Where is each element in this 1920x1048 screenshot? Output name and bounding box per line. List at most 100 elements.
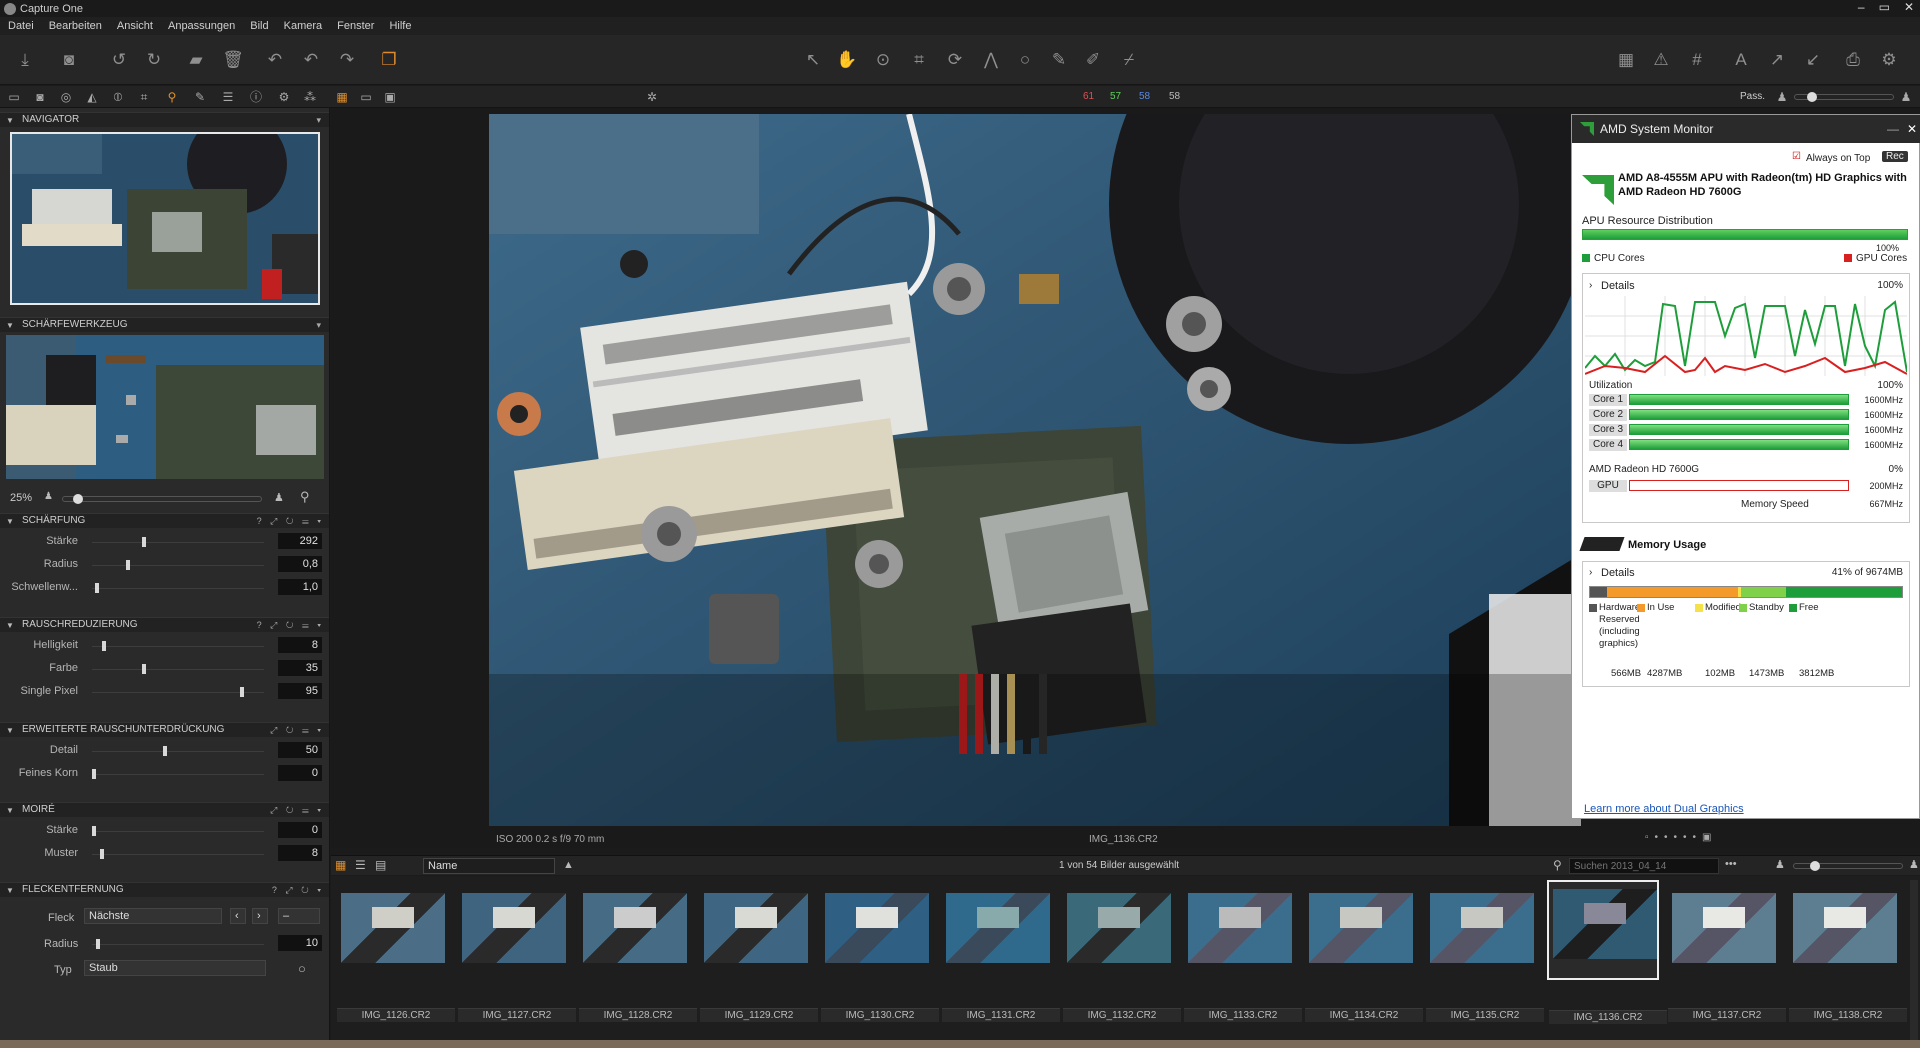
viewer-dots-icon[interactable]: ▫•••••▣ <box>1645 832 1718 843</box>
grid-view-icon[interactable]: ▦ <box>1615 49 1637 71</box>
output-tab-icon[interactable]: ⚙ <box>276 89 292 105</box>
details-tab-icon[interactable]: ⚲ <box>164 89 180 105</box>
close-icon[interactable]: ✕ <box>1904 0 1914 14</box>
grid-overlay-icon[interactable]: # <box>1686 49 1708 71</box>
thumbnail[interactable]: IMG_1132.CR2 <box>1063 886 1181 1022</box>
focus-loupe-icon[interactable]: ⚲ <box>300 489 310 505</box>
export-arrow-icon[interactable]: ↗ <box>1766 49 1788 71</box>
browser-grid-icon[interactable]: ▦ <box>334 89 350 105</box>
thumbnail[interactable]: IMG_1130.CR2 <box>821 886 939 1022</box>
menu-datei[interactable]: Datei <box>8 20 34 32</box>
white-balance-picker-icon[interactable]: ⌿ <box>1118 49 1140 71</box>
thumbnail-view-icon[interactable]: ▦ <box>335 858 346 872</box>
collapse-triangle-icon[interactable]: ▼ <box>6 114 14 128</box>
maximize-icon[interactable]: ▭ <box>1879 0 1890 14</box>
sort-select[interactable]: Name <box>423 858 555 874</box>
collapse-triangle-icon[interactable]: ▼ <box>6 619 14 633</box>
exposure-warning-icon[interactable]: ⚠ <box>1650 49 1672 71</box>
menu-bild[interactable]: Bild <box>250 20 268 32</box>
collapse-triangle-icon[interactable]: ▼ <box>6 515 14 529</box>
slider-value-field[interactable]: 95 <box>278 683 322 699</box>
settings-gear-icon[interactable]: ⚙ <box>1878 49 1900 71</box>
list-view-icon[interactable]: ☰ <box>355 858 366 872</box>
focus-zoom-slider[interactable] <box>62 494 262 504</box>
slider-track[interactable] <box>92 565 264 566</box>
menu-anpassungen[interactable]: Anpassungen <box>168 20 235 32</box>
menu-fenster[interactable]: Fenster <box>337 20 374 32</box>
prev-spot-button[interactable]: ‹ <box>230 908 246 924</box>
import-arrow-icon[interactable]: ↙ <box>1802 49 1824 71</box>
zoom-tool-icon[interactable]: ⊙ <box>872 49 894 71</box>
adjustments-tab-icon[interactable]: ☰ <box>220 89 236 105</box>
amd-minimize-icon[interactable]: — <box>1887 115 1899 143</box>
minimize-icon[interactable]: – <box>1858 0 1865 14</box>
thumbnail[interactable]: IMG_1127.CR2 <box>458 886 576 1022</box>
slider-track[interactable] <box>92 542 264 543</box>
fleck-select[interactable]: Nächste <box>84 908 222 924</box>
slider-track[interactable] <box>92 854 264 855</box>
color-tab-icon[interactable]: ◎ <box>58 89 74 105</box>
eyedropper-icon[interactable]: ✐ <box>1082 49 1104 71</box>
redo-icon[interactable]: ↷ <box>336 49 358 71</box>
delete-spot-button[interactable]: – <box>278 908 320 924</box>
navigator-header[interactable]: ▼ NAVIGATOR ▾ <box>0 112 329 128</box>
amd-system-monitor-window[interactable]: AMD System Monitor — ✕ ☑ Always on Top R… <box>1571 114 1920 819</box>
thumb-size-knob[interactable] <box>1810 861 1820 871</box>
pan-hand-icon[interactable]: ✋ <box>836 49 858 71</box>
camera-icon[interactable]: ◙ <box>58 49 80 71</box>
slider-value-field[interactable]: 0,8 <box>278 556 322 572</box>
slider-track[interactable] <box>92 774 264 775</box>
slider-knob[interactable] <box>142 537 147 547</box>
delete-icon[interactable]: 🗑 <box>222 49 244 71</box>
panel-actions-icon[interactable]: ? ⤢ ↻ ▾ <box>272 883 324 897</box>
noise-reduction-header[interactable]: ▼ RAUSCHREDUZIERUNG ? ⤢ ↻ ☰ ▾ <box>0 617 329 633</box>
thumbnail[interactable]: IMG_1134.CR2 <box>1305 886 1423 1022</box>
slider-knob[interactable] <box>162 746 167 756</box>
thumb-size-slider[interactable] <box>1793 861 1903 871</box>
rotate-tool-icon[interactable]: ⟳ <box>944 49 966 71</box>
select-cursor-icon[interactable]: ↖ <box>802 49 824 71</box>
slider-value-field[interactable]: 0 <box>278 765 322 781</box>
move-to-folder-icon[interactable]: ▰ <box>185 49 207 71</box>
batch-tab-icon[interactable]: ⁂ <box>302 89 318 105</box>
slider-value-field[interactable]: 0 <box>278 822 322 838</box>
search-input[interactable] <box>1569 858 1719 874</box>
slider-knob[interactable] <box>92 769 96 779</box>
slider-track[interactable] <box>92 588 264 589</box>
collapse-triangle-icon[interactable]: ▼ <box>6 724 14 738</box>
spot-radius-knob[interactable] <box>96 939 100 949</box>
rotate-right-icon[interactable]: ↻ <box>143 49 165 71</box>
next-spot-button[interactable]: › <box>252 908 268 924</box>
slider-track[interactable] <box>92 692 264 693</box>
import-icon[interactable]: ⤓ <box>14 49 36 71</box>
slider-track[interactable] <box>92 669 264 670</box>
text-annotation-icon[interactable]: A <box>1730 49 1752 71</box>
thumbnail[interactable]: IMG_1133.CR2 <box>1184 886 1302 1022</box>
slider-knob[interactable] <box>92 826 96 836</box>
slider-knob[interactable] <box>102 641 107 651</box>
filmstrip-scrollbar[interactable] <box>1910 880 1918 1040</box>
spot-type-select[interactable]: Staub <box>84 960 266 976</box>
library-tab-icon[interactable]: ▭ <box>6 89 22 105</box>
slider-value-field[interactable]: 1,0 <box>278 579 322 595</box>
spot-circle-icon[interactable]: ○ <box>298 961 306 976</box>
sort-direction-icon[interactable]: ▲ <box>563 859 574 871</box>
thumbnail[interactable]: IMG_1138.CR2 <box>1789 886 1907 1022</box>
slider-knob[interactable] <box>125 560 130 570</box>
panel-actions-icon[interactable]: ? ⤢ ↻ ☰ ▾ <box>257 618 324 632</box>
details-label[interactable]: Details <box>1601 280 1635 292</box>
collapse-triangle-icon[interactable]: ▼ <box>6 319 14 333</box>
undo-icon[interactable]: ↶ <box>300 49 322 71</box>
slider-knob[interactable] <box>100 849 105 859</box>
panel-actions-icon[interactable]: ⤢ ↻ ☰ ▾ <box>270 723 324 737</box>
panel-actions-icon[interactable]: ⤢ ↻ ☰ ▾ <box>270 803 324 817</box>
reset-icon[interactable]: ↶ <box>264 49 286 71</box>
lens-tab-icon[interactable]: ⦶ <box>110 89 126 105</box>
slider-track[interactable] <box>92 831 264 832</box>
slider-track[interactable] <box>92 751 264 752</box>
focus-zoom-knob[interactable] <box>73 494 83 504</box>
menu-ansicht[interactable]: Ansicht <box>117 20 153 32</box>
local-adjust-tab-icon[interactable]: ✎ <box>192 89 208 105</box>
dual-graphics-link[interactable]: Learn more about Dual Graphics <box>1584 803 1744 815</box>
slider-track[interactable] <box>92 646 264 647</box>
